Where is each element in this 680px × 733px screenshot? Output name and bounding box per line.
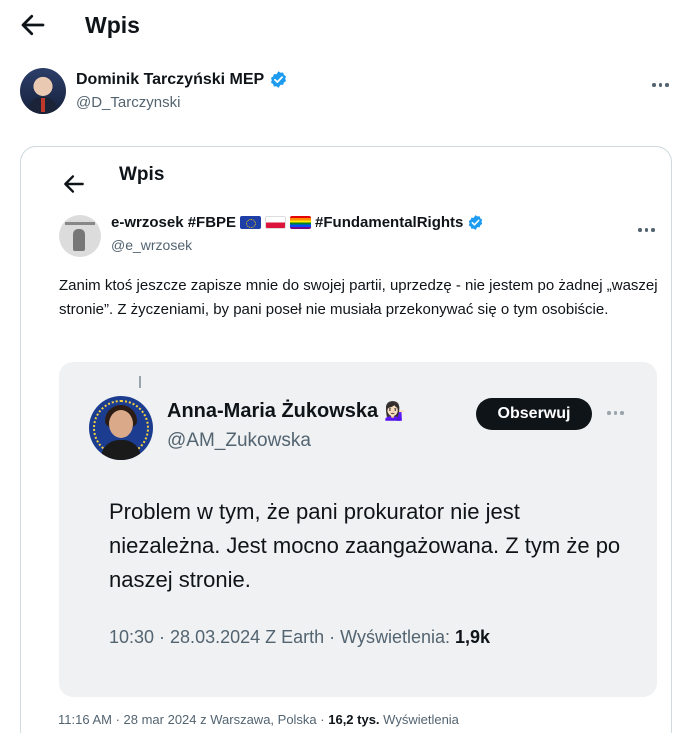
avatar xyxy=(59,215,101,257)
back-arrow-icon xyxy=(64,175,84,193)
flag-eu-icon xyxy=(240,216,262,229)
post-author: Dominik Tarczyński MEP @D_Tarczynski xyxy=(20,68,669,118)
quoted-post: Anna-Maria Żukowska 💁🏻‍♀️ @AM_Zukowska O… xyxy=(59,362,657,697)
post-meta: 11:16 AM · 28 mar 2024 z Warszawa, Polsk… xyxy=(58,712,459,727)
embedded-author-tag: #FundamentalRights xyxy=(315,214,464,231)
embedded-post-card[interactable]: Wpis e-wrzosek #FBPE #FundamentalRights … xyxy=(20,146,672,733)
flag-rainbow-icon xyxy=(290,216,312,229)
back-arrow-icon[interactable] xyxy=(18,10,48,40)
quoted-post-text: Problem w tym, że pani prokurator nie je… xyxy=(109,499,621,592)
post-views-count: 16,2 tys. xyxy=(328,712,380,727)
emoji-icon: 💁🏻‍♀️ xyxy=(384,401,407,421)
quoted-post-meta: 10:30 · 28.03.2024 Z Earth · Wyświetleni… xyxy=(109,627,490,648)
quoted-author-name-row: Anna-Maria Żukowska 💁🏻‍♀️ xyxy=(167,400,407,423)
author-name-row: Dominik Tarczyński MEP xyxy=(76,70,288,89)
more-icon[interactable] xyxy=(652,80,674,90)
verified-badge-icon xyxy=(271,71,287,88)
follow-button: Obserwuj xyxy=(476,398,592,430)
author-handle[interactable]: @D_Tarczynski xyxy=(76,94,180,111)
quoted-author-name: Anna-Maria Żukowska xyxy=(167,400,379,422)
quoted-post-views: 1,9k xyxy=(455,627,491,647)
avatar[interactable] xyxy=(20,68,66,114)
more-icon xyxy=(607,408,629,418)
author-name[interactable]: Dominik Tarczyński MEP xyxy=(76,71,264,89)
post-views-label: Wyświetlenia xyxy=(379,712,459,727)
embedded-page-title: Wpis xyxy=(119,164,165,185)
more-icon xyxy=(638,225,660,235)
flag-poland-icon xyxy=(265,216,287,229)
avatar xyxy=(89,396,153,460)
embedded-author-handle: @e_wrzosek xyxy=(111,237,193,253)
embedded-post-text: Zanim ktoś jeszcze zapisze mnie do swoje… xyxy=(59,277,658,318)
verified-badge-icon xyxy=(469,215,483,230)
embedded-author-name: e-wrzosek #FBPE xyxy=(111,214,237,231)
quoted-post-timestamp: 10:30 · 28.03.2024 Z Earth · Wyświetleni… xyxy=(109,627,456,647)
page-title: Wpis xyxy=(85,12,140,38)
embedded-author-name-row: e-wrzosek #FBPE #FundamentalRights xyxy=(111,214,484,231)
post-timestamp: 11:16 AM · 28 mar 2024 z Warszawa, Polsk… xyxy=(58,712,329,727)
quoted-author-handle: @AM_Zukowska xyxy=(167,430,311,451)
top-header: Wpis xyxy=(0,0,680,52)
